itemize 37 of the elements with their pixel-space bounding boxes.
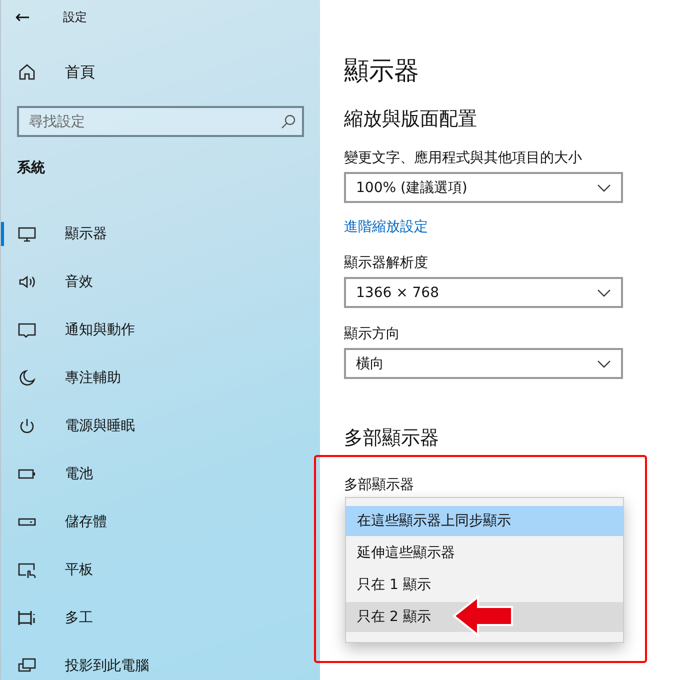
field-label: 變更文字、應用程式與其他項目的大小	[344, 149, 583, 168]
sidebar-item[interactable]: 平板	[1, 546, 320, 594]
sidebar-item[interactable]: 電池	[1, 450, 320, 498]
field-label: 多部顯示器	[344, 476, 414, 495]
section-heading: 系統	[17, 159, 46, 177]
back-button[interactable]: ←	[15, 6, 63, 28]
page-title: 顯示器	[344, 55, 420, 86]
menu-item[interactable]: 只在 1 顯示	[346, 570, 623, 600]
sidebar-item[interactable]: 音效	[1, 258, 320, 306]
chevron-icon	[597, 184, 611, 192]
chevron-icon	[597, 288, 611, 296]
search-field[interactable]: 尋找設定	[17, 106, 304, 137]
sidebar-item[interactable]: 投影到此電腦	[1, 642, 320, 680]
chevron-icon	[597, 360, 611, 368]
pointer-arrow	[452, 595, 514, 637]
sidebar-item[interactable]: 專注輔助	[1, 354, 320, 402]
home-item[interactable]: 首頁	[1, 55, 320, 89]
sidebar-item[interactable]: 電源與睡眠	[1, 402, 320, 450]
multitask-icon	[17, 608, 37, 628]
dropdown[interactable]: 1366 × 768	[344, 277, 623, 308]
window-title: 設定	[63, 8, 87, 26]
sidebar-item[interactable]: 儲存體	[1, 498, 320, 546]
section-heading: 縮放與版面配置	[344, 107, 478, 132]
home-icon	[17, 62, 37, 82]
link[interactable]: 進階縮放設定	[344, 217, 680, 237]
menu-item[interactable]: 延伸這些顯示器	[346, 538, 623, 568]
field-label: 顯示方向	[344, 325, 401, 344]
section-heading: 多部顯示器	[344, 426, 440, 451]
dropdown[interactable]: 100% (建議選項)	[344, 172, 623, 203]
sidebar-item[interactable]: 多工	[1, 594, 320, 642]
search-icon	[280, 114, 296, 130]
sidebar-item[interactable]: 顯示器	[1, 210, 320, 258]
moon-icon	[17, 368, 37, 388]
field-label: 顯示器解析度	[344, 254, 429, 273]
dropdown[interactable]: 橫向	[344, 348, 623, 379]
menu-item[interactable]: 在這些顯示器上同步顯示	[346, 506, 623, 536]
sidebar-item[interactable]: 通知與動作	[1, 306, 320, 354]
